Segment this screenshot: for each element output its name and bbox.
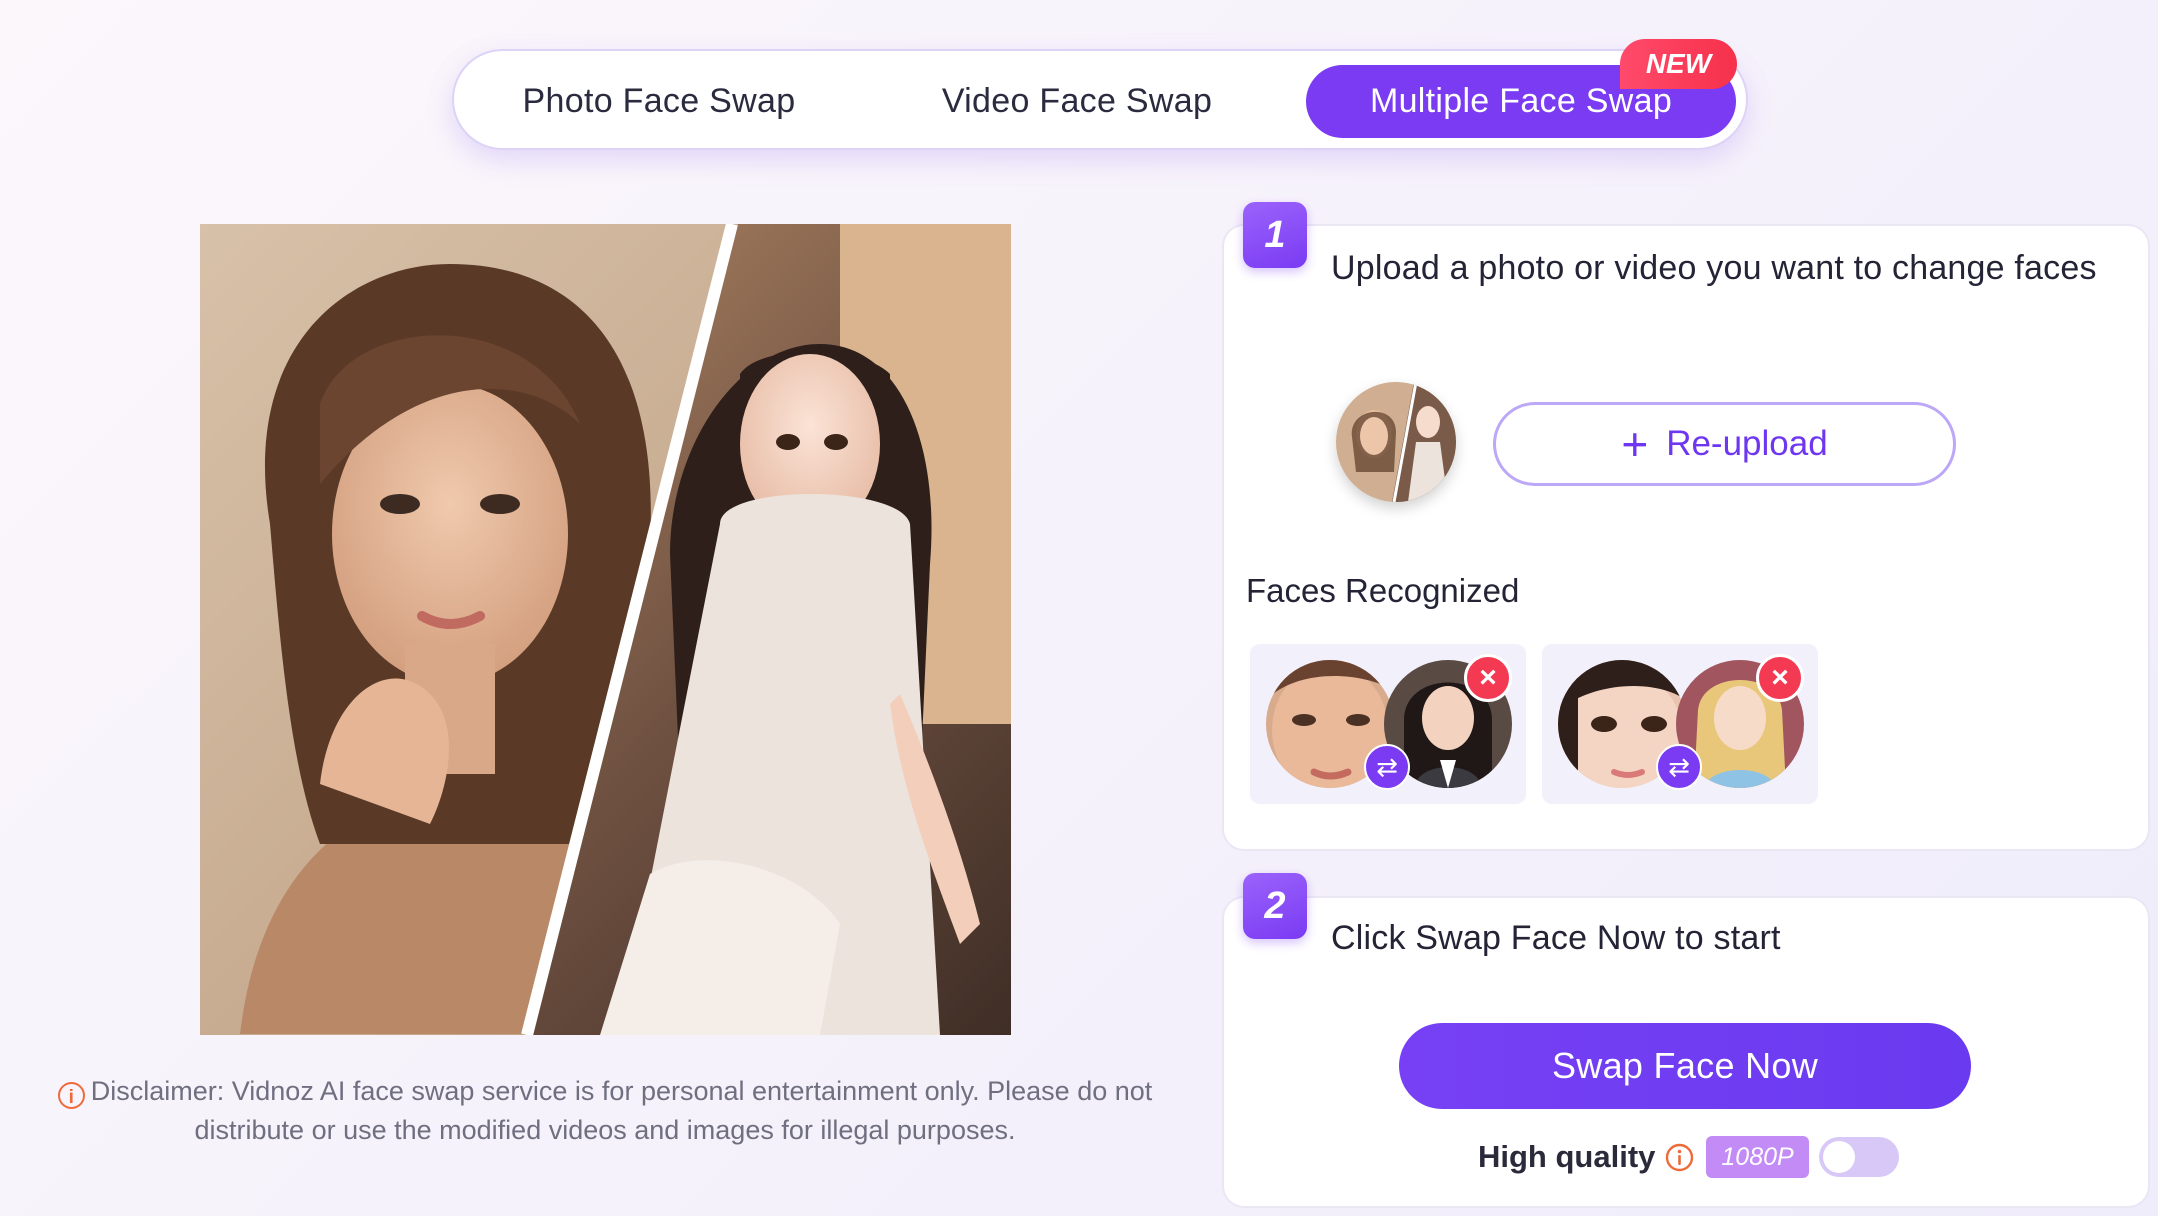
disclaimer: i Disclaimer: Vidnoz AI face swap service…: [40, 1072, 1170, 1150]
swap-step-title: Click Swap Face Now to start: [1331, 919, 1781, 957]
face-pair-card: ⇄ ×: [1250, 644, 1526, 804]
step-2-badge: 2: [1243, 873, 1307, 939]
high-quality-toggle[interactable]: [1818, 1137, 1899, 1177]
face-swap-tab-bar: Photo Face Swap Video Face Swap Multiple…: [452, 49, 1748, 150]
high-quality-label: High quality: [1478, 1139, 1656, 1174]
face-pair-card: ⇄ ×: [1542, 644, 1818, 804]
resolution-badge: 1080P: [1706, 1136, 1809, 1178]
uploaded-thumbnail[interactable]: [1336, 382, 1456, 502]
step-1-badge: 1: [1243, 202, 1307, 268]
tab-video-face-swap[interactable]: Video Face Swap: [892, 65, 1262, 138]
swap-icon[interactable]: ⇄: [1656, 744, 1702, 790]
info-icon[interactable]: [1665, 1143, 1694, 1172]
new-badge: NEW: [1620, 39, 1737, 89]
plus-icon: +: [1621, 418, 1649, 470]
disclaimer-text: Disclaimer: Vidnoz AI face swap service …: [90, 1076, 1153, 1145]
swap-icon[interactable]: ⇄: [1364, 744, 1410, 790]
tab-photo-face-swap[interactable]: Photo Face Swap: [474, 65, 844, 138]
info-icon: i: [57, 1082, 85, 1109]
close-icon[interactable]: ×: [1756, 654, 1804, 702]
high-quality-row: High quality 1080P: [1478, 1136, 1899, 1178]
preview-image: [200, 224, 1011, 1035]
faces-recognized-label: Faces Recognized: [1246, 572, 1520, 609]
toggle-knob: [1822, 1141, 1855, 1173]
re-upload-button[interactable]: + Re-upload: [1493, 402, 1956, 486]
re-upload-label: Re-upload: [1666, 424, 1828, 463]
upload-step-title: Upload a photo or video you want to chan…: [1331, 249, 2097, 287]
swap-face-now-button[interactable]: Swap Face Now: [1399, 1023, 1971, 1109]
close-icon[interactable]: ×: [1464, 654, 1512, 702]
